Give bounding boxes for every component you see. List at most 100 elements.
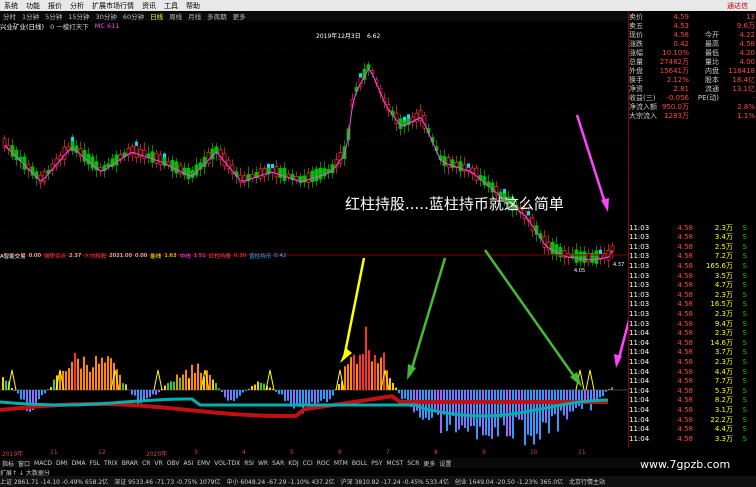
menu-item[interactable]: 扩展市场行情 [88, 1, 138, 11]
indicator-bar [224, 390, 226, 398]
indicator-bar [602, 390, 604, 396]
indicator-bar [185, 369, 187, 390]
quote-value: 4.53 [673, 21, 689, 30]
period-tab[interactable]: 分时 [0, 11, 19, 21]
tick-volume: 4.4万 [714, 425, 733, 434]
indicator-bar [131, 390, 133, 395]
indicator-bars [0, 326, 628, 446]
menu-item[interactable]: 功能 [22, 1, 44, 11]
indicator-tab[interactable]: RSI [242, 460, 256, 467]
indicator-tab[interactable]: EMV [195, 460, 212, 467]
indicator-tab[interactable]: WR [256, 460, 270, 467]
x-tick-label: 3 [194, 449, 198, 456]
indicator-tab[interactable]: PSY [369, 460, 384, 467]
indicator-tab[interactable]: ASI [181, 460, 195, 467]
quote-value-2: 2.8% [737, 102, 755, 111]
indicator-bar [17, 390, 19, 394]
tick-direction: S [742, 329, 747, 338]
tick-volume: 4.4万 [714, 367, 733, 376]
period-tab[interactable]: 周线 [166, 11, 185, 21]
period-tab[interactable]: 1分钟 [19, 11, 42, 21]
indicator-tab[interactable]: BOLL [350, 460, 369, 467]
period-tab[interactable]: 日线 [147, 11, 166, 21]
indicator-tab[interactable]: DMA [70, 460, 88, 467]
quote-value: -0.056 [666, 93, 689, 102]
overlay-caption: 红柱持股.....蓝柱持币就这么简单 [345, 195, 564, 213]
indicator-bar [134, 390, 136, 396]
indicator-tab[interactable]: TRIX [102, 460, 120, 467]
period-tab[interactable]: 60分钟 [120, 11, 147, 21]
indicator-tab[interactable]: MACD [32, 460, 54, 467]
candle [186, 163, 191, 185]
tick-row: 11:04 4.58 3.3万 S [629, 434, 756, 443]
tick-price: 4.58 [677, 357, 693, 366]
quote-value-2: 13 [746, 12, 755, 21]
indicator-value: 0.42 [274, 253, 287, 259]
indicator-bar [209, 374, 211, 390]
indicator-tab[interactable]: CR [140, 460, 152, 467]
tick-direction: S [742, 319, 747, 328]
indicator-tab[interactable]: OBV [165, 460, 182, 467]
candle [54, 153, 59, 171]
indicator-tab[interactable]: 指标 [0, 459, 16, 468]
candle [486, 174, 491, 193]
indicator-tab[interactable]: KDJ [286, 460, 300, 467]
indicator-tab[interactable]: CCI [301, 460, 315, 467]
period-tab[interactable]: 30分钟 [93, 11, 120, 21]
period-tab[interactable]: 多周期 [204, 11, 230, 21]
tick-direction: S [742, 290, 747, 299]
menu-item[interactable]: 资讯 [138, 1, 160, 11]
indicator-tab[interactable]: 更多 [421, 459, 437, 468]
indicator-bar [242, 390, 244, 393]
tick-direction: S [742, 281, 747, 290]
indicator-tab[interactable]: FSL [88, 460, 103, 467]
menu-item[interactable]: 报价 [44, 1, 66, 11]
indicator-tab[interactable]: VOL-TDX [212, 460, 242, 467]
tick-volume: 3.7万 [714, 348, 733, 357]
indicator-bar [170, 381, 172, 390]
indicator-bar [83, 356, 85, 390]
indicator-bar [284, 390, 286, 402]
tick-volume: 165.6万 [705, 261, 733, 270]
period-tab[interactable]: 月线 [185, 11, 204, 21]
indicator-tab[interactable]: 窗口 [16, 459, 32, 468]
tick-time: 11:03 [629, 319, 650, 328]
candle [282, 162, 287, 185]
candle [178, 161, 183, 178]
indicator-tab[interactable]: 设置 [437, 459, 453, 468]
candle [162, 152, 167, 169]
indicator-bar [212, 379, 214, 390]
tick-price: 4.58 [677, 309, 693, 318]
indicator-tab[interactable]: SAR [270, 460, 286, 467]
indicator-bar [68, 368, 70, 390]
menu-item[interactable]: 分析 [66, 1, 88, 11]
indicator-bar [353, 354, 355, 390]
quote-label: 大宗流入 [629, 111, 657, 120]
menu-item[interactable]: 帮助 [182, 1, 204, 11]
index-quote: 北京行情主站 [569, 479, 606, 486]
indicator-tab[interactable]: BRAR [120, 460, 140, 467]
indicator-bar [50, 387, 52, 390]
x-tick-label: 6 [338, 449, 342, 456]
main-chart[interactable]: 2019年12月3日 6.62 4.05 4.37 [0, 30, 628, 448]
indicator-bar [53, 379, 55, 390]
indicator-bar [497, 390, 499, 437]
indicator-tab[interactable]: DMI [54, 460, 70, 467]
period-tab[interactable]: 15分钟 [65, 11, 92, 21]
indicator-value: 0.30 [233, 253, 247, 259]
tick-row: 11:03 4.58 16.5万 S [629, 300, 756, 309]
period-tab[interactable]: 5分钟 [42, 11, 65, 21]
tick-volume: 2.3万 [714, 290, 733, 299]
indicator-tab[interactable]: MCST [384, 460, 405, 467]
indicator-tab[interactable]: VR [152, 460, 164, 467]
period-tab[interactable]: 更多 [230, 11, 249, 21]
menu-item[interactable]: 工具 [160, 1, 182, 11]
indicator-tab[interactable]: MTM [332, 460, 350, 467]
menu-item[interactable]: 系统 [0, 1, 22, 11]
candle [94, 154, 99, 178]
candle [206, 147, 211, 167]
indicator-tab[interactable]: SCR [405, 460, 421, 467]
indicator-bar [524, 390, 526, 446]
indicator-tab[interactable]: ROC [315, 460, 332, 467]
tick-direction: S [742, 377, 747, 386]
